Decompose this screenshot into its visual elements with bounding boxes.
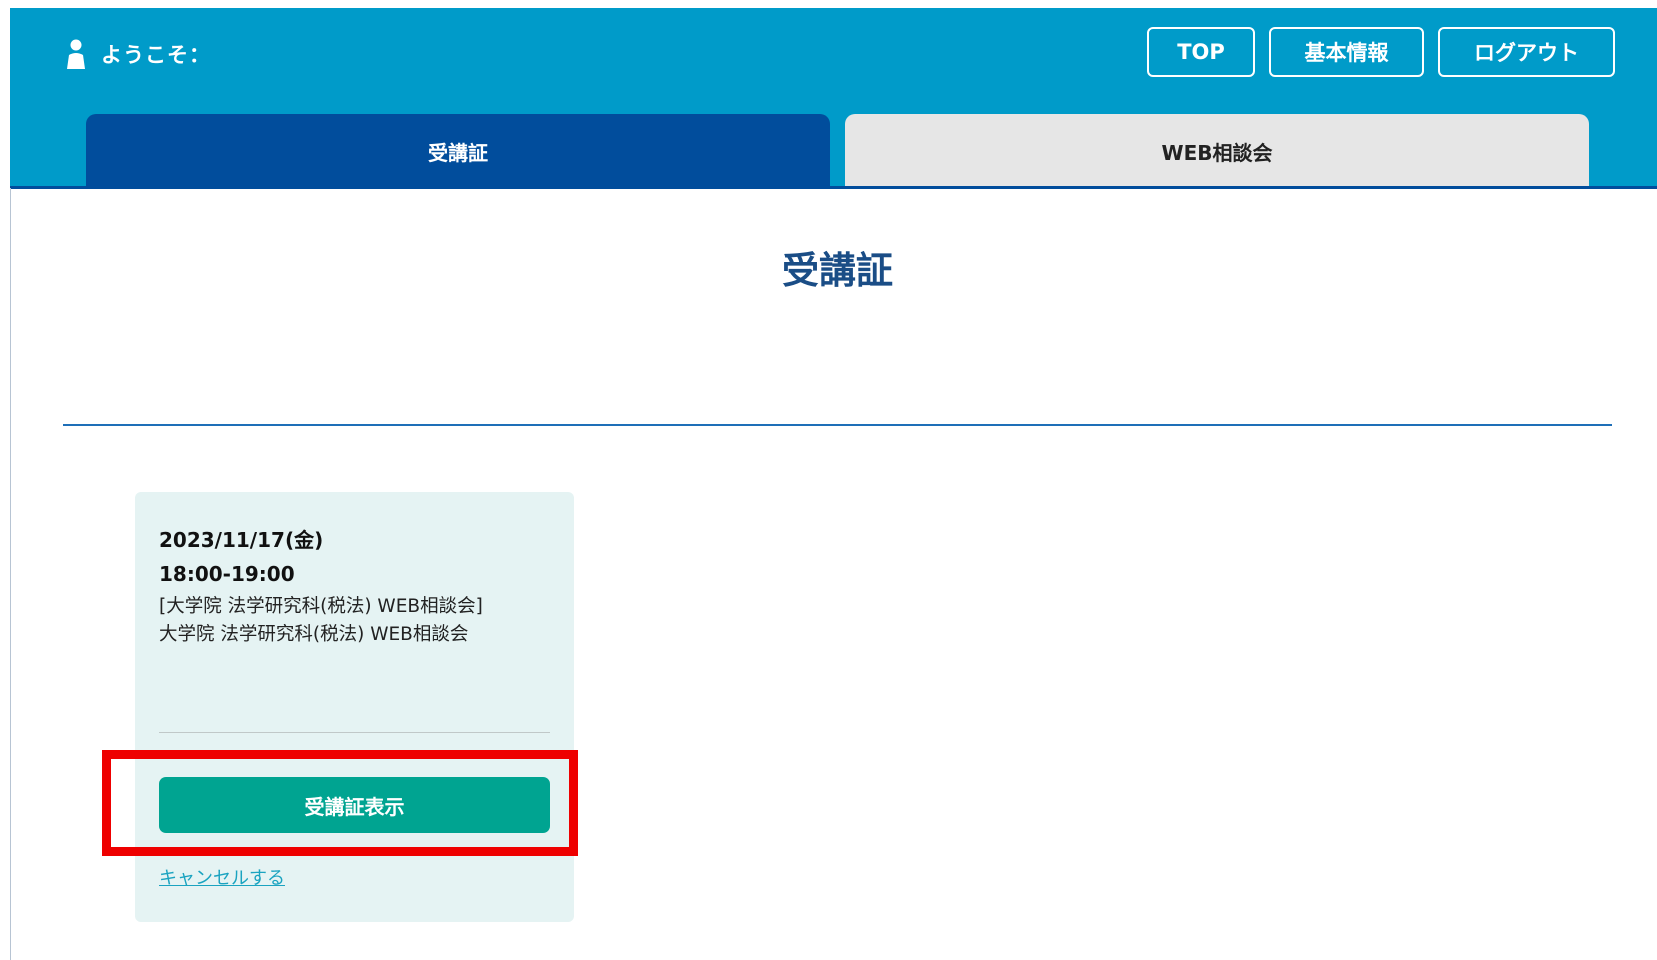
- title-divider: [63, 424, 1612, 426]
- tab-web-consultation[interactable]: WEB相談会: [845, 114, 1589, 188]
- welcome-text: ようこそ：: [101, 43, 211, 67]
- event-category: [大学院 法学研究科(税法) WEB相談会]: [159, 596, 483, 617]
- certificate-card: 2023/11/17(金) 18:00-19:00 [大学院 法学研究科(税法)…: [135, 492, 574, 922]
- event-date: 2023/11/17(金): [159, 528, 324, 552]
- page-title: 受講証: [782, 249, 893, 292]
- event-title: 大学院 法学研究科(税法) WEB相談会: [159, 624, 469, 645]
- cancel-link[interactable]: キャンセルする: [159, 864, 285, 890]
- page: ようこそ： TOP 基本情報 ログアウト 受講証 WEB相談会 受講証 2023…: [0, 0, 1657, 960]
- header: ようこそ： TOP 基本情報 ログアウト 受講証 WEB相談会: [10, 8, 1657, 188]
- basic-info-button[interactable]: 基本情報: [1269, 27, 1424, 77]
- event-time: 18:00-19:00: [159, 562, 295, 586]
- tab-certificate[interactable]: 受講証: [86, 114, 830, 188]
- header-divider: [10, 186, 1657, 189]
- welcome-area: ようこそ：: [65, 36, 211, 72]
- user-icon: [67, 39, 85, 69]
- top-button[interactable]: TOP: [1147, 27, 1255, 77]
- logout-button[interactable]: ログアウト: [1438, 27, 1615, 77]
- show-certificate-button[interactable]: 受講証表示: [159, 777, 550, 833]
- content-left-border: [10, 188, 11, 960]
- card-divider: [159, 732, 550, 733]
